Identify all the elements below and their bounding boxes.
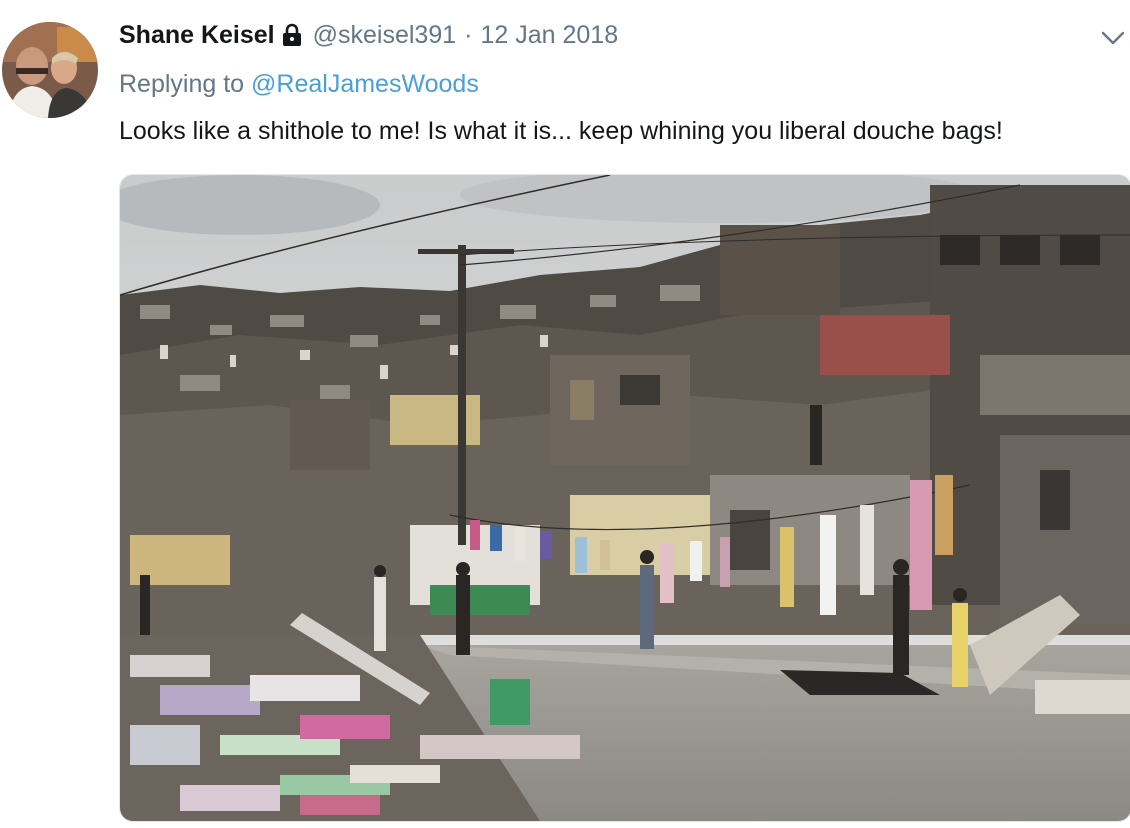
user-handle[interactable]: @skeisel391: [313, 21, 457, 50]
tweet-date[interactable]: 12 Jan 2018: [480, 21, 618, 50]
tweet-photo[interactable]: [119, 174, 1130, 822]
replying-prefix: Replying to: [119, 70, 245, 98]
replying-to: Replying to @RealJamesWoods: [119, 70, 479, 99]
separator-dot: ·: [464, 20, 473, 49]
tweet-header: Shane Keisel @skeisel391 · 12 Jan 2018: [119, 18, 618, 52]
reply-mention-link[interactable]: @RealJamesWoods: [251, 70, 479, 98]
tweet-text: Looks like a shithole to me! Is what it …: [119, 117, 1003, 145]
chevron-down-icon[interactable]: [1100, 28, 1126, 48]
lock-icon: [281, 23, 303, 47]
avatar[interactable]: [2, 22, 98, 118]
display-name[interactable]: Shane Keisel: [119, 21, 275, 50]
